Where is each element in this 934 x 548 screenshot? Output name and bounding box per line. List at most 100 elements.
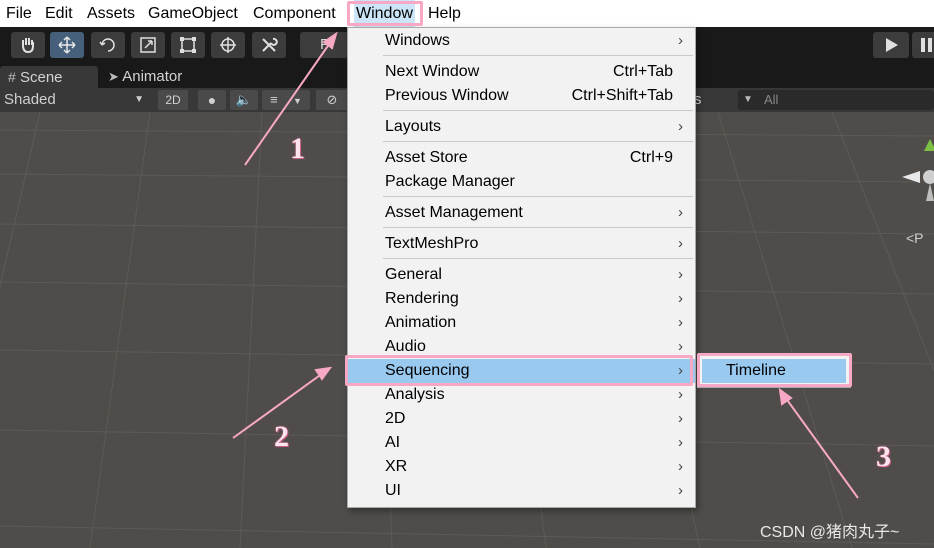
shading-mode-value: Shaded — [4, 91, 56, 108]
rect-transform-icon — [180, 37, 196, 53]
menu-item-animation[interactable]: Animation › — [348, 311, 695, 335]
chevron-right-icon: › — [678, 204, 683, 221]
audio-toggle[interactable]: 🔈 — [230, 90, 258, 110]
chevron-right-icon: › — [678, 434, 683, 451]
menu-item-label: Windows — [385, 32, 450, 49]
transform-icon — [220, 37, 236, 53]
highlight-timeline — [697, 353, 852, 387]
menu-item-asset-store[interactable]: Asset Store Ctrl+9 — [348, 146, 695, 170]
pause-icon — [921, 38, 932, 52]
transform-tool-button[interactable] — [211, 32, 245, 58]
menu-item-rendering[interactable]: Rendering › — [348, 287, 695, 311]
persp-label[interactable]: <P — [906, 230, 924, 246]
tab-animator-label: Animator — [122, 68, 183, 85]
chevron-right-icon: › — [678, 266, 683, 283]
rotate-icon — [99, 38, 115, 52]
menu-item-label: UI — [385, 482, 401, 499]
menu-separator — [383, 55, 693, 56]
move-tool-button[interactable] — [50, 32, 84, 58]
pause-button[interactable] — [912, 32, 934, 58]
visibility-toggle[interactable]: ⊘ — [316, 90, 348, 110]
animator-icon: ➤ — [108, 69, 119, 84]
scale-tool-button[interactable] — [131, 32, 165, 58]
play-button[interactable] — [873, 32, 909, 58]
menu-file[interactable]: File — [6, 0, 32, 27]
menu-item-textmeshpro[interactable]: TextMeshPro › — [348, 232, 695, 256]
chevron-right-icon: › — [678, 118, 683, 135]
chevron-right-icon: › — [678, 32, 683, 49]
dropdown-arrow-icon: ▼ — [293, 96, 302, 106]
menu-item-label: 2D — [385, 410, 406, 427]
toggle-2d-button[interactable]: 2D — [158, 90, 188, 110]
menu-edit[interactable]: Edit — [45, 0, 73, 27]
menu-separator — [383, 110, 693, 111]
menu-item-analysis[interactable]: Analysis › — [348, 383, 695, 407]
menu-item-label: Next Window — [385, 63, 480, 80]
menu-item-label: Analysis — [385, 386, 445, 403]
menu-separator — [383, 141, 693, 142]
menu-item-next-window[interactable]: Next Window Ctrl+Tab — [348, 60, 695, 84]
step-number-3: 3 — [876, 440, 891, 473]
menu-bar: File Edit Assets GameObject Component Wi… — [0, 0, 934, 27]
menu-item-general[interactable]: General › — [348, 263, 695, 287]
move-arrows-icon — [58, 36, 76, 54]
menu-item-label: Package Manager — [385, 173, 515, 190]
menu-item-shortcut: Ctrl+9 — [629, 149, 673, 166]
tab-scene-label: Scene — [19, 69, 63, 86]
menu-separator — [383, 227, 693, 228]
pivot-toggle[interactable]: Pi — [300, 32, 348, 58]
chevron-right-icon: › — [678, 314, 683, 331]
chevron-right-icon: › — [678, 410, 683, 427]
menu-item-label: XR — [385, 458, 408, 475]
menu-help[interactable]: Help — [428, 0, 461, 27]
tab-animator[interactable]: ➤ Animator — [100, 66, 190, 88]
watermark: CSDN @猪肉丸子~ — [760, 524, 900, 541]
menu-item-ai[interactable]: AI › — [348, 431, 695, 455]
chevron-right-icon: › — [678, 386, 683, 403]
dropdown-arrow-icon: ▼ — [134, 94, 144, 105]
menu-assets[interactable]: Assets — [87, 0, 135, 27]
menu-item-previous-window[interactable]: Previous Window Ctrl+Shift+Tab — [348, 84, 695, 108]
rotate-tool-button[interactable] — [91, 32, 125, 58]
effects-dropdown[interactable]: ≡ ▼ — [262, 90, 310, 110]
highlight-window-menu — [347, 1, 423, 26]
lightbulb-icon: ● — [207, 92, 217, 108]
menu-item-label: Layouts — [385, 118, 442, 135]
custom-tool-button[interactable] — [252, 32, 286, 58]
orientation-gizmo[interactable] — [900, 137, 934, 217]
step-number-2: 2 — [274, 420, 289, 453]
menu-item-package-manager[interactable]: Package Manager — [348, 170, 695, 194]
chevron-right-icon: › — [678, 235, 683, 252]
menu-item-label: TextMeshPro — [385, 235, 479, 252]
menu-item-layouts[interactable]: Layouts › — [348, 115, 695, 139]
menu-item-label: Asset Management — [385, 204, 523, 221]
menu-item-xr[interactable]: XR › — [348, 455, 695, 479]
highlight-sequencing — [345, 355, 693, 386]
search-placeholder: All — [764, 92, 779, 107]
speaker-icon: 🔈 — [235, 92, 253, 107]
grid-icon: # — [8, 69, 16, 85]
menu-item-asset-management[interactable]: Asset Management › — [348, 201, 695, 225]
menu-item-label: Animation — [385, 314, 457, 331]
menu-item-2d[interactable]: 2D › — [348, 407, 695, 431]
rect-tool-button[interactable] — [171, 32, 205, 58]
window-menu: Windows › Next Window Ctrl+Tab Previous … — [347, 27, 696, 508]
pivot-label: Pi — [320, 36, 334, 53]
hand-tool-button[interactable] — [11, 32, 45, 58]
menu-item-shortcut: Ctrl+Shift+Tab — [571, 87, 673, 104]
layers-icon: ≡ — [270, 92, 278, 107]
scene-search-field[interactable]: ▼ All — [738, 90, 934, 110]
menu-item-ui[interactable]: UI › — [348, 479, 695, 503]
chevron-right-icon: › — [678, 482, 683, 499]
play-icon — [886, 38, 898, 52]
menu-gameobject[interactable]: GameObject — [148, 0, 238, 27]
menu-item-label: Asset Store — [385, 149, 468, 166]
scale-icon — [140, 37, 156, 53]
shading-mode-dropdown[interactable]: Shaded ▼ — [4, 88, 152, 112]
hand-icon — [22, 38, 34, 54]
tab-scene[interactable]: # Scene — [0, 66, 98, 88]
lighting-toggle[interactable]: ● — [198, 90, 226, 110]
menu-item-label: General — [385, 266, 442, 283]
menu-item-windows[interactable]: Windows › — [348, 29, 695, 53]
menu-component[interactable]: Component — [253, 0, 336, 27]
